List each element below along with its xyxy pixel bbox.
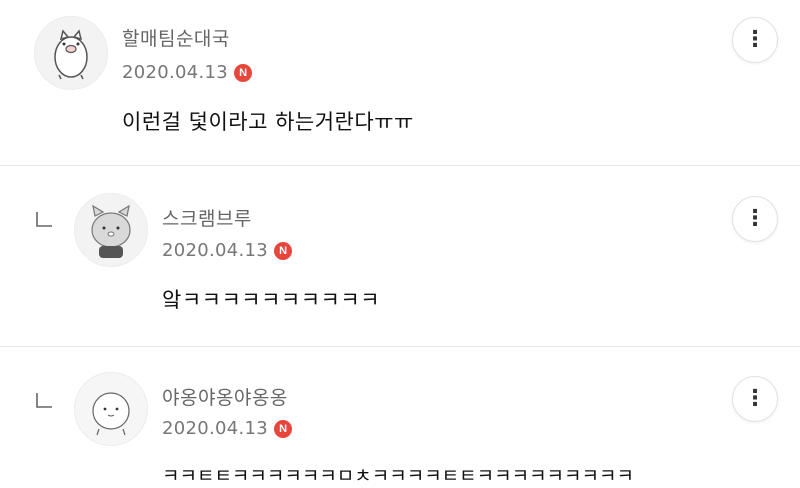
more-options-button[interactable]: ⋮ xyxy=(732,17,778,63)
comment-meta: 2020.04.13 N xyxy=(162,240,293,261)
new-badge: N xyxy=(274,419,293,438)
new-badge: N xyxy=(234,63,253,82)
reply-arrow-icon xyxy=(36,393,52,408)
kebab-menu-icon: ⋮ xyxy=(744,27,766,52)
comment-text: 이런걸 덫이라고 하는거란다ㅠㅠ xyxy=(122,110,414,134)
more-options-button[interactable]: ⋮ xyxy=(732,376,778,422)
reply-comment-item: 스크램브루 2020.04.13 N 앜ㅋㅋㅋㅋㅋㅋㅋㅋㅋㅋ ⋮ xyxy=(0,166,800,346)
kebab-menu-icon: ⋮ xyxy=(744,206,766,231)
comment-date: 2020.04.13 xyxy=(162,418,269,439)
comment-meta: 2020.04.13 N xyxy=(122,62,253,83)
cat-character-icon xyxy=(75,194,147,266)
round-face-character-icon xyxy=(75,373,147,445)
comment-author[interactable]: 야옹야옹야옹옹 xyxy=(162,383,288,410)
reply-arrow-icon xyxy=(36,212,52,227)
more-options-button[interactable]: ⋮ xyxy=(732,196,778,242)
avatar[interactable] xyxy=(74,372,148,446)
comment-author[interactable]: 할매팀순대국 xyxy=(122,24,230,51)
avatar[interactable] xyxy=(74,193,148,267)
reply-comment-item: 야옹야옹야옹옹 2020.04.13 N ㅋㅋㅌㅌㅋㅋㅋㅋㅋㅋㅁㅊㅋㅋㅋㅋㅌㅌㅋ… xyxy=(0,347,800,488)
comment-item: 할매팀순대국 2020.04.13 N 이런걸 덫이라고 하는거란다ㅠㅠ ⋮ xyxy=(0,0,800,165)
avatar[interactable] xyxy=(34,16,108,90)
new-badge: N xyxy=(274,241,293,260)
comment-meta: 2020.04.13 N xyxy=(162,418,293,439)
kebab-menu-icon: ⋮ xyxy=(744,386,766,411)
comment-date: 2020.04.13 xyxy=(162,240,269,261)
comment-author[interactable]: 스크램브루 xyxy=(162,204,252,231)
comment-text: ㅋㅋㅌㅌㅋㅋㅋㅋㅋㅋㅁㅊㅋㅋㅋㅋㅌㅌㅋㅋㅋㅋㅋㅋㅋㅋㅋ xyxy=(162,465,634,487)
comment-date: 2020.04.13 xyxy=(122,62,229,83)
pig-character-icon xyxy=(54,29,88,80)
comment-text: 앜ㅋㅋㅋㅋㅋㅋㅋㅋㅋㅋ xyxy=(162,288,381,312)
